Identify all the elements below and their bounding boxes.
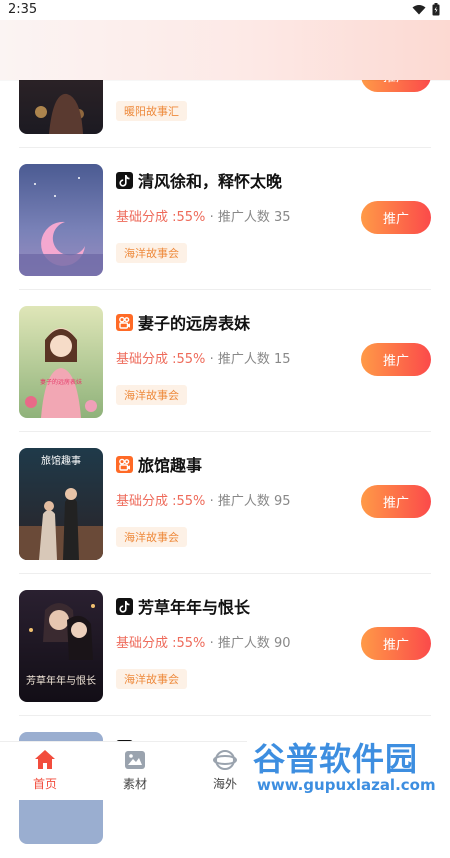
promote-button[interactable]: 推广 — [361, 201, 431, 234]
page-header — [0, 20, 450, 80]
base-share-label: 基础分成 :55% — [116, 352, 206, 367]
book-card[interactable]: 旅馆趣事 旅馆趣事 基础分成 :55% · 推广人数 95 海洋故事会 推广 — [0, 432, 450, 574]
book-cover[interactable]: 芳草年年与恨长 — [19, 590, 103, 702]
cover-art: 妻子的远房表妹 — [19, 306, 103, 418]
douyin-icon — [116, 598, 133, 615]
book-stats: 基础分成 :55% · 推广人数 15 — [116, 348, 291, 367]
cover-art: 芳草年年与恨长 — [19, 590, 103, 702]
book-source-tag: 海洋故事会 — [116, 527, 187, 547]
watermark: 谷普软件园 www.gupuxlazal.com — [247, 730, 450, 800]
promote-button[interactable]: 推广 — [361, 343, 431, 376]
watermark-text: 谷普软件园 — [253, 740, 419, 778]
book-title[interactable]: 清风徐和，释怀太晚 — [138, 168, 282, 192]
cover-title-text: 芳草年年与恨长 — [26, 674, 96, 687]
book-card[interactable]: 芳草年年与恨长 芳草年年与恨长 基础分成 :55% · 推广人数 90 海洋故事… — [0, 574, 450, 716]
book-card[interactable]: 清风徐和，释怀太晚 基础分成 :55% · 推广人数 35 海洋故事会 推广 — [0, 148, 450, 290]
status-bar: 2:35 — [0, 0, 450, 20]
promote-button[interactable]: 推广 — [361, 485, 431, 518]
book-stats: 基础分成 :55% · 推广人数 95 — [116, 490, 291, 509]
cover-title-text: 妻子的远房表妹 — [40, 378, 82, 386]
book-stats: 基础分成 :55% · 推广人数 35 — [116, 206, 291, 225]
image-icon — [125, 751, 145, 769]
status-time: 2:35 — [8, 2, 38, 17]
tab-overseas-label: 海外 — [212, 777, 237, 791]
cover-title-text: 旅馆趣事 — [41, 454, 81, 467]
promoters-count: · 推广人数 95 — [209, 494, 291, 509]
tab-home[interactable]: 首页 — [15, 748, 75, 792]
tab-materials[interactable]: 素材 — [105, 748, 165, 792]
kuaishou-icon — [116, 314, 133, 331]
status-icons — [412, 3, 440, 16]
book-card[interactable]: 妻子的远房表妹 妻子的远房表妹 基础分成 :55% · 推广人数 15 海洋故事… — [0, 290, 450, 432]
kuaishou-icon — [116, 456, 133, 473]
wifi-icon — [412, 5, 426, 15]
book-title[interactable]: 旅馆趣事 — [138, 452, 202, 476]
promoters-count: · 推广人数 90 — [209, 636, 291, 651]
book-stats: 基础分成 :55% · 推广人数 90 — [116, 632, 291, 651]
book-source-tag: 海洋故事会 — [116, 385, 187, 405]
promoters-count: · 推广人数 35 — [209, 210, 291, 225]
globe-icon — [213, 750, 237, 770]
tab-materials-label: 素材 — [122, 777, 147, 791]
book-source-tag: 海洋故事会 — [116, 669, 187, 689]
book-title[interactable]: 妻子的远房表妹 — [138, 310, 250, 334]
battery-icon — [432, 3, 440, 16]
promoters-count: · 推广人数 15 — [209, 352, 291, 367]
douyin-icon — [116, 172, 133, 189]
watermark-url: www.gupuxlazal.com — [257, 776, 436, 794]
tab-home-label: 首页 — [32, 777, 57, 791]
book-cover[interactable]: 妻子的远房表妹 — [19, 306, 103, 418]
book-source-tag: 海洋故事会 — [116, 243, 187, 263]
promote-button[interactable]: 推广 — [361, 627, 431, 660]
tab-overseas[interactable]: 海外 — [195, 748, 255, 792]
book-title[interactable]: 芳草年年与恨长 — [138, 594, 250, 618]
cover-art — [19, 164, 103, 276]
home-icon — [35, 750, 55, 769]
base-share-label: 基础分成 :55% — [116, 210, 206, 225]
book-cover[interactable]: 旅馆趣事 — [19, 448, 103, 560]
base-share-label: 基础分成 :55% — [116, 494, 206, 509]
base-share-label: 基础分成 :55% — [116, 636, 206, 651]
book-source-tag: 暖阳故事汇 — [116, 101, 187, 121]
book-cover[interactable] — [19, 164, 103, 276]
cover-art: 旅馆趣事 — [19, 448, 103, 560]
